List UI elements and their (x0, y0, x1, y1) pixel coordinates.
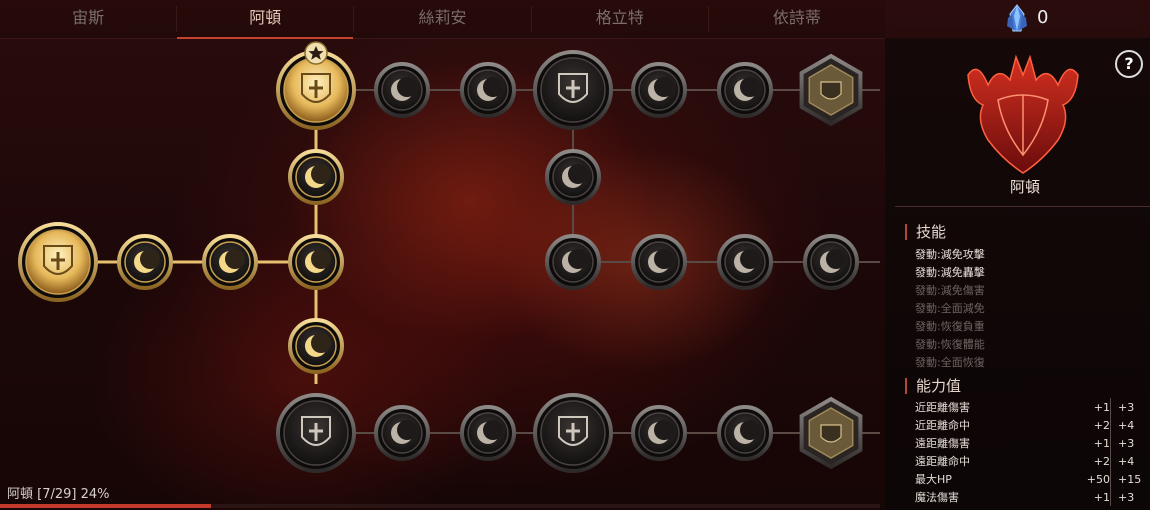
star-badge-icon (304, 41, 328, 65)
skill-item: 發動:恢復體能 (915, 338, 985, 351)
progress-bar (0, 504, 880, 508)
stat-max: +3 (1118, 437, 1135, 450)
moon-skill-node[interactable] (117, 234, 173, 290)
stat-label: 遠距離命中 (915, 455, 970, 468)
moon-skill-node[interactable] (631, 62, 687, 118)
crystal-icon (1007, 4, 1027, 32)
stat-current: +2 (1093, 455, 1110, 468)
moon-skill-node[interactable] (545, 149, 601, 205)
stats-title: 能力值 (905, 378, 961, 394)
moon-skill-node[interactable] (374, 405, 430, 461)
moon-skill-node[interactable] (288, 318, 344, 374)
tab-bar: 宙斯 阿頓 絲莉安 格立特 依詩蒂 (0, 0, 885, 39)
help-button[interactable]: ? (1115, 50, 1143, 78)
tab-zeus[interactable]: 宙斯 (0, 0, 176, 38)
moon-skill-node[interactable] (545, 234, 601, 290)
stat-max: +15 (1118, 473, 1142, 486)
skill-item: 發動:減免傷害 (915, 284, 985, 297)
moon-skill-node[interactable] (374, 62, 430, 118)
tab-gelite[interactable]: 格立特 (532, 0, 708, 38)
shield-skill-node[interactable] (533, 50, 613, 130)
crystal-count: 0 (1037, 7, 1049, 28)
moon-skill-node[interactable] (288, 234, 344, 290)
moon-skill-node[interactable] (717, 405, 773, 461)
stat-max: +3 (1118, 401, 1135, 414)
progress-label: 阿頓 [7/29] 24% (7, 487, 110, 502)
stat-current: +2 (1093, 419, 1110, 432)
stat-current: +1 (1093, 401, 1110, 414)
moon-skill-node[interactable] (631, 234, 687, 290)
stat-label: 最大HP (915, 473, 952, 486)
tab-aden[interactable]: 阿頓 (177, 0, 354, 39)
moon-skill-node[interactable] (631, 405, 687, 461)
panel-divider (895, 206, 1150, 207)
tab-silian[interactable]: 絲莉安 (354, 0, 530, 38)
skill-tree (18, 41, 880, 473)
stat-current: +1 (1093, 437, 1110, 450)
stat-current: +1 (1093, 491, 1110, 504)
moon-skill-node[interactable] (460, 405, 516, 461)
moon-skill-node[interactable] (202, 234, 258, 290)
stat-label: 近距離命中 (915, 419, 970, 432)
stat-max: +4 (1118, 419, 1135, 432)
hex-emblem-node[interactable] (799, 396, 863, 470)
skill-item: 發動:全面減免 (915, 302, 985, 315)
skill-item: 發動:全面恢復 (915, 356, 985, 369)
shield-skill-node[interactable] (533, 393, 613, 473)
moon-skill-node[interactable] (288, 149, 344, 205)
shield-skill-node[interactable] (18, 222, 98, 302)
shield-skill-node[interactable] (276, 393, 356, 473)
hex-emblem-node[interactable] (799, 53, 863, 127)
stat-label: 魔法傷害 (915, 491, 959, 504)
moon-skill-node[interactable] (717, 234, 773, 290)
progress-fill (0, 504, 212, 508)
stat-current: +50 (1086, 473, 1110, 486)
stat-label: 近距離傷害 (915, 401, 970, 414)
moon-skill-node[interactable] (803, 234, 859, 290)
skills-title: 技能 (905, 224, 946, 240)
skill-item: 發動:減免轟擊 (915, 266, 985, 279)
moon-skill-node[interactable] (717, 62, 773, 118)
skill-item: 發動:恢復負重 (915, 320, 985, 333)
stat-label: 遠距離傷害 (915, 437, 970, 450)
stat-max: +4 (1118, 455, 1135, 468)
stat-max: +3 (1118, 491, 1135, 504)
tab-yishidi[interactable]: 依詩蒂 (709, 0, 885, 38)
skill-item: 發動:減免攻擊 (915, 248, 985, 261)
stats-column-divider (1110, 398, 1111, 506)
moon-skill-node[interactable] (460, 62, 516, 118)
hero-name: 阿頓 (1009, 178, 1040, 196)
aden-emblem-icon (967, 54, 1079, 174)
